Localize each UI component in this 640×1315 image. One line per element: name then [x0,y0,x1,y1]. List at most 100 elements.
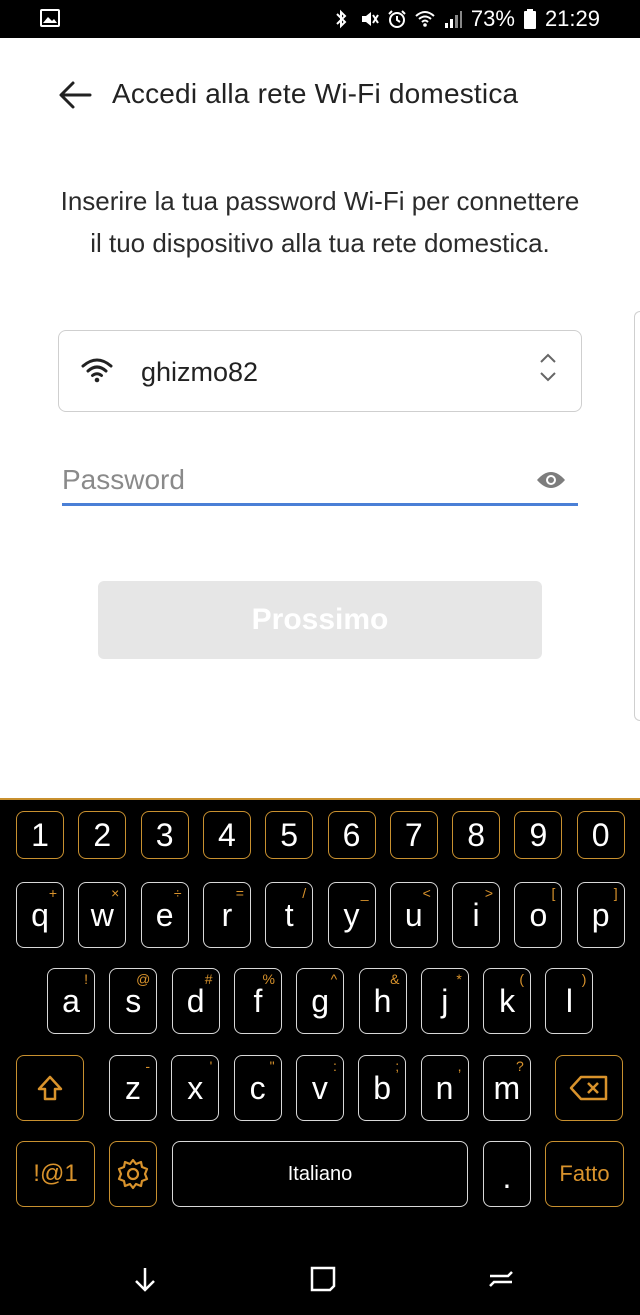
key-k[interactable]: k( [483,968,532,1034]
key-s-hint: @ [136,971,151,987]
key-u[interactable]: u < [389,882,438,948]
key-g-hint: ^ [330,971,338,987]
key-4[interactable]: 4 [202,811,251,859]
key-i[interactable]: i > [452,882,501,948]
key-o[interactable]: o[ [514,882,563,948]
key-3[interactable]: 3 [140,811,189,859]
key-j-hint: * [456,971,462,987]
key-z[interactable]: z- [109,1055,157,1121]
key-a[interactable]: a! [47,968,95,1034]
key-n[interactable]: n, [420,1055,469,1121]
period-key-label: . [502,1159,512,1195]
key-q-label: q [31,896,49,933]
key-9[interactable]: 9 [514,811,563,859]
key-h-hint: & [390,971,400,987]
battery-icon [523,9,536,29]
key-t[interactable]: t / [265,882,314,948]
scroll-indicator [634,311,640,721]
key-c[interactable]: c " [233,1055,282,1121]
key-n-hint: , [457,1058,462,1074]
key-c-hint: " [269,1058,275,1074]
key-a-hint: ! [84,971,88,987]
key-v-hint: : [333,1058,337,1074]
key-e[interactable]: e ÷ [140,882,189,948]
wifi-setup-screen: Accedi alla rete Wi-Fi domestica Inserir… [0,38,640,798]
status-icons: 73% 21:29 [331,0,600,38]
key-0[interactable]: 0 [576,811,625,859]
key-w-label: w [90,896,114,933]
key-p-label: p [591,896,610,933]
key-t-label: t [284,896,294,933]
mute-icon [361,12,379,26]
key-e-label: e [155,896,174,933]
key-h-label: h [373,982,392,1019]
recent-apps-icon[interactable] [486,1264,516,1294]
hide-keyboard-icon[interactable] [130,1264,160,1294]
period-key[interactable]: . [483,1141,531,1207]
next-button[interactable]: Prossimo [98,581,542,659]
home-button-icon[interactable] [308,1264,338,1294]
key-l[interactable]: l) [545,968,594,1034]
password-field [62,456,578,506]
key-m[interactable]: m? [482,1055,531,1121]
key-b[interactable]: b; [358,1055,407,1121]
key-x[interactable]: x ' [171,1055,220,1121]
key-q[interactable]: q + [16,882,64,948]
key-8[interactable]: 8 [452,811,501,859]
key-f[interactable]: f% [233,968,282,1034]
gallery-notification-icon [40,9,60,27]
key-v[interactable]: v: [295,1055,344,1121]
backspace-key[interactable] [555,1055,623,1121]
key-x-hint: ' [209,1058,213,1074]
done-key[interactable]: Fatto [545,1141,624,1207]
key-j-label: j [441,982,449,1019]
page-title: Accedi alla rete Wi-Fi domestica [112,78,519,109]
eye-icon[interactable] [536,470,566,490]
key-s-label: s [125,982,142,1019]
key-p[interactable]: p] [576,882,625,948]
key-s[interactable]: s @ [109,968,158,1034]
key-3-label: 3 [155,816,174,853]
key-w[interactable]: w × [78,882,127,948]
key-h[interactable]: h & [358,968,407,1034]
key-z-label: z [125,1069,141,1106]
key-y-hint: _ [360,885,369,901]
key-b-label: b [373,1069,392,1106]
key-y[interactable]: y _ [327,882,376,948]
key-1[interactable]: 1 [16,811,64,859]
symbols-key[interactable]: !@1 [16,1141,95,1207]
status-bar: 73% 21:29 [0,0,640,38]
key-2[interactable]: 2 [78,811,127,859]
key-2-label: 2 [93,816,112,853]
password-input[interactable] [62,464,522,496]
navigation-bar [0,1230,640,1315]
key-g[interactable]: g ^ [296,968,345,1034]
key-j[interactable]: j * [420,968,469,1034]
network-selector[interactable]: ghizmo82 [58,330,582,412]
bluetooth-icon [336,9,347,29]
key-m-hint: ? [516,1058,524,1074]
back-arrow-icon[interactable] [58,80,92,110]
space-key[interactable]: Italiano [172,1141,468,1207]
network-name: ghizmo82 [141,357,259,387]
key-k-hint: ( [519,971,525,987]
key-c-label: c [249,1069,266,1106]
key-d[interactable]: d # [171,968,220,1034]
key-6[interactable]: 6 [327,811,376,859]
key-e-hint: ÷ [173,885,182,901]
instructions-text: Inserire la tua password Wi-Fi per conne… [60,186,580,258]
key-n-label: n [435,1069,454,1106]
key-i-hint: > [484,885,494,901]
key-4-label: 4 [217,816,236,853]
key-l-hint: ) [581,971,587,987]
key-8-label: 8 [467,816,485,853]
key-0-label: 0 [591,816,610,853]
key-i-label: i [472,896,480,933]
key-7[interactable]: 7 [389,811,438,859]
shift-key[interactable] [16,1055,84,1121]
key-5[interactable]: 5 [265,811,314,859]
key-1-label: 1 [31,816,49,853]
key-r[interactable]: r = [202,882,251,948]
backspace-icon [569,1075,608,1101]
settings-key[interactable] [109,1141,157,1207]
